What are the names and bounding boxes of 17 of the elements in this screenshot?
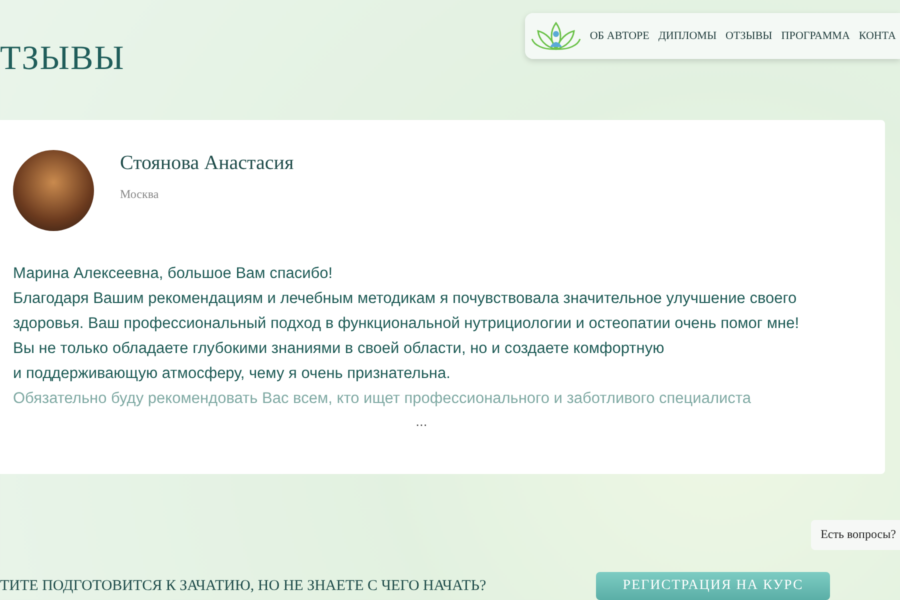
cta-text: ТИТЕ ПОДГОТОВИТСЯ К ЗАЧАТИЮ, НО НЕ ЗНАЕТЕ С ЧЕГО НАЧАТЬ? xyxy=(0,578,488,594)
review-text: Марина Алексеевна, большое Вам спасибо! xyxy=(13,264,334,284)
nav-link[interactable]: ОБ АВТОРЕ xyxy=(590,30,650,42)
review-text: Вы не только обладаете глубокими знаниями в своей области, но и создаете комфортную xyxy=(13,339,666,359)
reviewer-city: Москва xyxy=(120,187,160,202)
review-text: Обязательно буду рекомендовать Вас всем, кто ищет профессионального и заботливого специалиста xyxy=(13,389,752,409)
nav-link[interactable]: КОНТА xyxy=(858,30,896,42)
section-title: ТЗЫВЫ xyxy=(0,40,125,79)
nav-link[interactable]: ДИПЛОМЫ xyxy=(658,30,717,42)
questions-tab[interactable]: Есть вопросы? xyxy=(810,520,900,550)
read-more-link[interactable]: ... xyxy=(13,413,830,429)
nav-link[interactable]: ПРОГРАММА xyxy=(781,30,850,42)
review-text: Благодаря Вашим рекомендациям и лечебным методикам я почувствовала значительное улучшение своего здоровья. Ваш профессиональный подход в функциональной нутрициологии и остеопатии очень помог мне! xyxy=(13,289,800,334)
reviewer-name: Стоянова Анастасия xyxy=(120,152,294,175)
lotus-logo-icon[interactable] xyxy=(530,19,581,53)
nav-link[interactable]: ОТЗЫВЫ xyxy=(726,30,772,42)
review-text: и поддерживающую атмосферу, чему я очень признательна. xyxy=(13,364,452,384)
